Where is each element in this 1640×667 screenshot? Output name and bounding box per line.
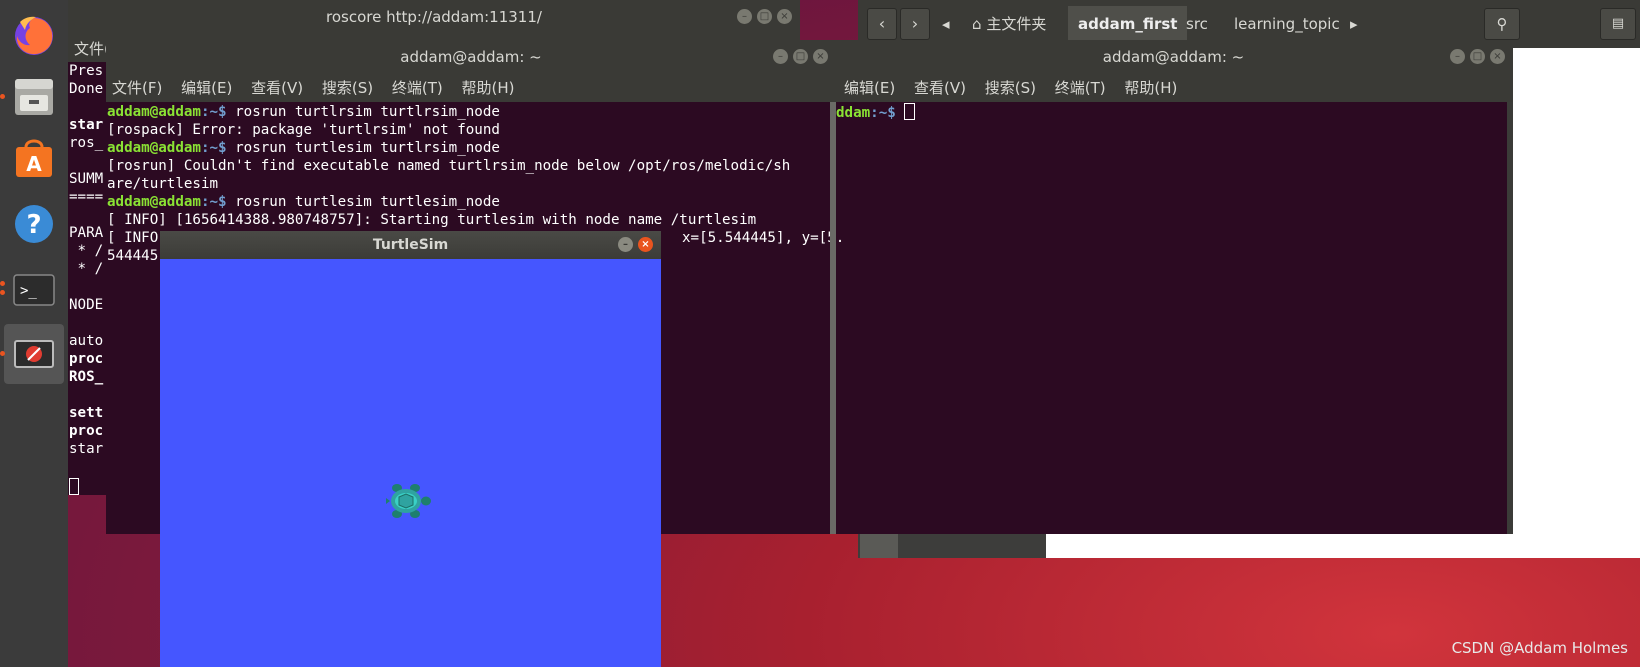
menu-edit[interactable]: 编辑(E) [181, 79, 232, 97]
maximize-icon[interactable]: □ [1470, 49, 1485, 64]
menu-file[interactable]: 文件(F) [112, 79, 162, 97]
roscore-line [69, 386, 103, 404]
menu-edit[interactable]: 编辑(E) [844, 79, 895, 97]
terminal2-prompt-line: ddam:~$ [836, 103, 916, 122]
roscore-line: star [69, 117, 104, 133]
software-center-icon[interactable]: A [4, 128, 64, 188]
terminal2-titlebar: addam@addam: ~ – □ × [834, 40, 1513, 74]
roscore-menu-file[interactable]: 文件( [74, 38, 110, 59]
close-icon[interactable]: × [813, 49, 828, 64]
minimize-icon[interactable]: – [1450, 49, 1465, 64]
crumb-learning-topic[interactable]: learning_topic [1224, 6, 1350, 42]
terminal2-menubar: 编辑(E) 查看(V) 搜索(S) 终端(T) 帮助(H) [834, 74, 1513, 102]
files-icon[interactable] [4, 66, 64, 126]
roscore-line [69, 98, 103, 116]
roscore-cursor-wrap [69, 477, 79, 496]
turtlesim-title: TurtleSim [372, 237, 449, 253]
roscore-line: sett [69, 405, 104, 421]
search-icon[interactable]: ⚲ [1484, 8, 1520, 40]
menu-view[interactable]: 查看(V) [914, 79, 966, 97]
turtlesim-window[interactable]: TurtleSim – × [160, 231, 661, 667]
crumb-scroll-right-icon[interactable]: ▸ [1346, 6, 1362, 42]
roscore-line: Done [69, 81, 104, 97]
roscore-titlebar: roscore http://addam:11311/ – □ × [68, 0, 800, 34]
menu-terminal[interactable]: 终端(T) [392, 79, 443, 97]
roscore-line [69, 314, 103, 332]
menu-search[interactable]: 搜索(S) [322, 79, 373, 97]
crumb-home[interactable]: ⌂ 主文件夹 [962, 6, 1056, 42]
menu-terminal[interactable]: 终端(T) [1055, 79, 1106, 97]
menu-help[interactable]: 帮助(H) [1124, 79, 1177, 97]
minimize-icon[interactable]: – [737, 9, 752, 24]
watermark: CSDN @Addam Holmes [1451, 639, 1628, 657]
dock: A ? >_ [0, 0, 68, 667]
crumb-home-label: 主文件夹 [986, 15, 1047, 33]
view-options-icon[interactable]: ▤ [1600, 8, 1636, 40]
roscore-line: PARA [69, 225, 104, 241]
crumb-src[interactable]: src [1176, 6, 1218, 42]
roscore-line: ==== [69, 189, 104, 205]
scrollbar[interactable] [830, 102, 836, 534]
firefox-icon[interactable] [4, 4, 64, 64]
roscore-output: Pres Done star ros_ SUMM ==== PARA * / * / … [69, 62, 103, 458]
roscore-line [69, 206, 103, 224]
terminal1-menubar: 文件(F) 编辑(E) 查看(V) 搜索(S) 终端(T) 帮助(H) [106, 74, 836, 102]
text-cursor [904, 103, 916, 120]
turtlesim-canvas [160, 259, 661, 667]
crumb-scroll-left-icon[interactable]: ◂ [938, 6, 954, 42]
crumb-addam-first[interactable]: addam_first [1068, 6, 1188, 42]
terminal1-title: addam@addam: ~ [400, 48, 542, 66]
roscore-line: * / [69, 261, 104, 277]
turtlesim-app-icon[interactable] [4, 324, 64, 384]
roscore-line: star [69, 441, 104, 457]
svg-text:?: ? [26, 210, 41, 240]
sidebar-strip [860, 534, 898, 558]
menu-view[interactable]: 查看(V) [251, 79, 303, 97]
roscore-line: SUMM [69, 171, 104, 187]
terminal1-pose-output: x=[5.544445], y=[5. [682, 230, 845, 246]
roscore-line: * / [69, 243, 104, 259]
roscore-line: Pres [69, 63, 104, 79]
minimize-icon[interactable]: – [618, 237, 633, 252]
terminal2-title: addam@addam: ~ [1102, 48, 1245, 66]
roscore-line: NODE [69, 297, 104, 313]
help-icon[interactable]: ? [4, 194, 64, 254]
turtle-icon [386, 484, 431, 518]
menu-help[interactable]: 帮助(H) [462, 79, 515, 97]
minimize-icon[interactable]: – [773, 49, 788, 64]
close-icon[interactable]: × [638, 237, 653, 252]
terminal2-body[interactable]: ddam:~$ [834, 102, 1513, 534]
roscore-title: roscore http://addam:11311/ [326, 8, 542, 26]
text-cursor [69, 478, 79, 495]
svg-text:A: A [26, 152, 42, 176]
roscore-line [69, 152, 103, 170]
svg-text:>_: >_ [20, 283, 37, 299]
terminal1-titlebar: addam@addam: ~ – □ × [106, 40, 836, 74]
roscore-line: proc [69, 423, 104, 439]
roscore-line [69, 278, 103, 296]
roscore-line: proc [69, 351, 104, 367]
close-icon[interactable]: × [1490, 49, 1505, 64]
roscore-line: auto [69, 333, 104, 349]
forward-button[interactable]: › [900, 8, 930, 40]
terminal-icon[interactable]: >_ [4, 260, 64, 320]
menu-search[interactable]: 搜索(S) [985, 79, 1036, 97]
turtlesim-titlebar: TurtleSim – × [160, 231, 661, 259]
maximize-icon[interactable]: □ [793, 49, 808, 64]
scrollbar[interactable] [1507, 102, 1513, 534]
terminal-window-2[interactable]: addam@addam: ~ – □ × 编辑(E) 查看(V) 搜索(S) 终… [834, 40, 1513, 534]
roscore-line: ros_ [69, 135, 104, 151]
home-icon: ⌂ [972, 15, 982, 33]
roscore-line: ROS_ [69, 369, 104, 385]
back-button[interactable]: ‹ [867, 8, 897, 40]
maximize-icon[interactable]: □ [757, 9, 772, 24]
close-icon[interactable]: × [777, 9, 792, 24]
